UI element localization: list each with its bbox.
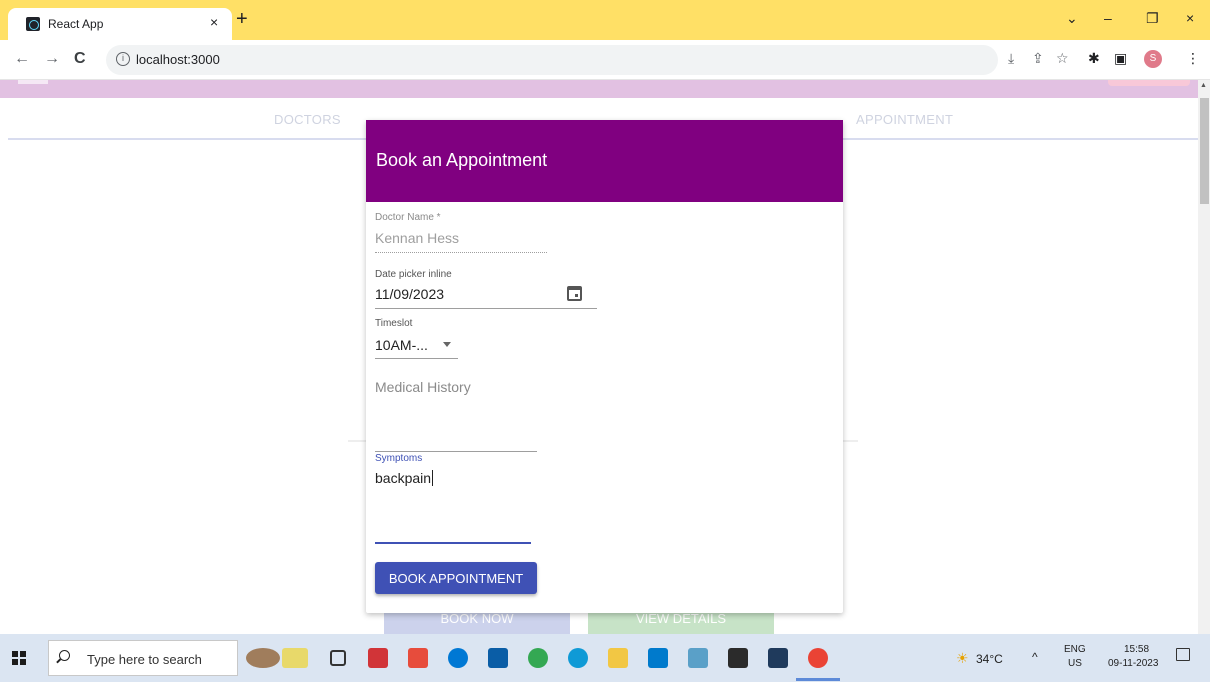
widget-icon[interactable] — [282, 648, 308, 668]
browser-tab-strip: React App × + ⌄ – ❐ × — [0, 0, 1210, 40]
store-app-icon[interactable] — [488, 648, 508, 668]
taskbar-search-placeholder: Type here to search — [87, 652, 202, 667]
chrome-active-icon[interactable] — [808, 648, 828, 668]
app-icon-2[interactable] — [688, 648, 708, 668]
windows-start-icon[interactable] — [12, 651, 26, 665]
bookmark-star-icon[interactable]: ☆ — [1056, 50, 1069, 67]
url-omnibox[interactable]: i localhost:3000 — [106, 45, 998, 75]
tab-appointment[interactable]: APPOINTMENT — [856, 112, 953, 127]
share-icon[interactable]: ⇪ — [1032, 50, 1044, 67]
appbar-action-button[interactable] — [1108, 80, 1190, 86]
windows-taskbar: Type here to search ☀ 34°C ^ ENG US 15:5… — [0, 634, 1210, 682]
timeslot-label: Timeslot — [375, 318, 413, 329]
back-icon[interactable]: ← — [14, 50, 30, 68]
tab-doctors[interactable]: DOCTORS — [274, 112, 341, 127]
scrollbar-thumb[interactable] — [1200, 98, 1209, 204]
book-appointment-button[interactable]: BOOK APPOINTMENT — [375, 562, 537, 594]
file-explorer-icon[interactable] — [608, 648, 628, 668]
clock-time[interactable]: 15:58 — [1124, 644, 1149, 655]
url-text: localhost:3000 — [136, 52, 220, 67]
text-caret — [432, 470, 434, 486]
forward-icon[interactable]: → — [44, 50, 60, 68]
address-bar: ← → C i localhost:3000 ⤓ ⇪ ☆ ✱ ▣ S ⋮ — [0, 40, 1210, 80]
app-icon[interactable] — [408, 648, 428, 668]
doctor-name-underline — [375, 252, 547, 253]
install-app-icon[interactable]: ⤓ — [1008, 50, 1014, 67]
date-picker-label: Date picker inline — [375, 269, 452, 280]
clock-date[interactable]: 09-11-2023 — [1108, 658, 1158, 669]
browser-menu-icon[interactable]: ⋮ — [1186, 50, 1200, 67]
chevron-up-icon[interactable]: ^ — [1032, 650, 1038, 664]
date-picker-input[interactable]: 11/09/2023 — [375, 286, 444, 302]
scroll-up-icon[interactable]: ▲ — [1200, 82, 1207, 89]
vscode-icon[interactable] — [648, 648, 668, 668]
menu-button[interactable] — [18, 80, 48, 84]
medical-history-underline — [375, 451, 537, 452]
symptoms-value: backpain — [375, 470, 432, 486]
chevron-down-icon[interactable] — [443, 342, 451, 347]
taskbar-search[interactable]: Type here to search — [48, 640, 238, 676]
app-bar — [0, 80, 1198, 98]
browser-tab[interactable]: React App × — [8, 8, 232, 40]
temperature[interactable]: 34°C — [976, 652, 1003, 666]
dialog-header: Book an Appointment — [366, 120, 843, 202]
app-icon-3[interactable] — [768, 648, 788, 668]
task-view-icon[interactable] — [330, 650, 346, 666]
reload-icon[interactable]: C — [74, 50, 86, 68]
active-app-indicator — [796, 678, 840, 681]
edge-icon[interactable] — [568, 648, 588, 668]
book-appointment-dialog: Book an Appointment Doctor Name * Kennan… — [366, 120, 843, 613]
intellij-icon[interactable] — [728, 648, 748, 668]
medical-history-input[interactable]: Medical History — [375, 379, 471, 395]
site-info-icon[interactable]: i — [116, 52, 130, 66]
tab-title: React App — [48, 17, 104, 31]
symptoms-underline — [375, 542, 531, 544]
search-icon — [59, 650, 70, 661]
close-window-button[interactable]: × — [1186, 10, 1194, 26]
minimize-button[interactable]: – — [1104, 10, 1112, 26]
restore-button[interactable]: ❐ — [1146, 10, 1159, 27]
tab-search-icon[interactable]: ⌄ — [1066, 10, 1078, 27]
chrome-icon[interactable] — [528, 648, 548, 668]
new-tab-button[interactable]: + — [236, 8, 248, 31]
mail-app-icon[interactable] — [448, 648, 468, 668]
office-app-icon[interactable] — [368, 648, 388, 668]
language-bottom[interactable]: US — [1068, 658, 1082, 669]
timeslot-underline — [375, 358, 458, 359]
doctor-name-label: Doctor Name * — [375, 212, 441, 223]
profile-avatar[interactable]: S — [1144, 50, 1162, 68]
extensions-icon[interactable]: ✱ — [1088, 50, 1100, 67]
calendar-icon[interactable] — [567, 286, 582, 301]
doctor-name-field: Kennan Hess — [375, 230, 460, 246]
news-widget-icon[interactable] — [246, 648, 280, 668]
date-underline — [375, 308, 597, 309]
side-panel-icon[interactable]: ▣ — [1114, 50, 1127, 67]
symptoms-label: Symptoms — [375, 453, 423, 464]
language-top[interactable]: ENG — [1064, 644, 1086, 655]
tab-close-button[interactable]: × — [210, 14, 218, 30]
weather-icon[interactable]: ☀ — [956, 650, 969, 667]
dialog-title: Book an Appointment — [376, 150, 548, 170]
notification-icon[interactable] — [1176, 648, 1190, 661]
react-favicon-icon — [26, 17, 40, 31]
timeslot-select[interactable]: 10AM-... — [375, 337, 428, 353]
symptoms-input[interactable]: backpain — [375, 470, 434, 486]
